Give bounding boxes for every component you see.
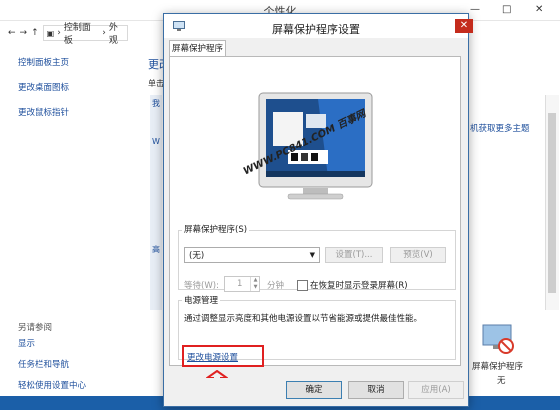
screensaver-item-label[interactable]: 屏幕保护程序 bbox=[472, 360, 523, 372]
see-also-display[interactable]: 显示 bbox=[18, 337, 86, 349]
breadcrumb-control-panel[interactable]: 控制面板 bbox=[64, 20, 99, 46]
see-also-taskbar[interactable]: 任务栏和导航 bbox=[18, 358, 86, 370]
see-also-heading: 另请参阅 bbox=[18, 323, 53, 333]
up-icon[interactable]: ↑ bbox=[31, 28, 39, 38]
screensaver-settings-dialog: 屏幕保护程序设置 ✕ 屏幕保护程序 WWW.PC841.COM 百事网 屏幕保护… bbox=[163, 13, 473, 407]
dialog-close-button[interactable]: ✕ bbox=[455, 19, 473, 33]
resume-login-label: 在恢复时显示登录屏幕(R) bbox=[310, 281, 408, 291]
breadcrumb-appearance[interactable]: 外观 bbox=[109, 20, 127, 46]
tab-screensaver[interactable]: 屏幕保护程序 bbox=[169, 40, 226, 57]
sidebar-item-desktop-icons[interactable]: 更改桌面图标 bbox=[18, 81, 69, 93]
sidebar-item-mouse-pointers[interactable]: 更改鼠标指针 bbox=[18, 106, 69, 118]
sidebar-item-control-panel-home[interactable]: 控制面板主页 bbox=[18, 56, 69, 68]
back-icon[interactable]: ← bbox=[8, 28, 16, 38]
screensaver-select[interactable]: (无) ▼ bbox=[184, 247, 320, 263]
apply-button[interactable]: 应用(A) bbox=[408, 381, 464, 399]
settings-button[interactable]: 设置(T)... bbox=[325, 247, 383, 263]
ok-button[interactable]: 确定 bbox=[286, 381, 342, 399]
screensaver-select-value: (无) bbox=[189, 251, 205, 261]
dialog-title: 屏幕保护程序设置 bbox=[272, 23, 360, 36]
resume-login-checkbox[interactable] bbox=[297, 280, 308, 291]
highlight-box bbox=[182, 345, 264, 367]
main-subtitle: 单击 bbox=[148, 79, 164, 88]
scrollbar[interactable] bbox=[545, 95, 559, 310]
wait-value: 1 bbox=[237, 279, 243, 289]
close-button[interactable]: ✕ bbox=[535, 4, 543, 15]
theme-list-edge bbox=[150, 95, 162, 310]
breadcrumb-separator: › bbox=[57, 28, 61, 38]
cancel-button[interactable]: 取消 bbox=[348, 381, 404, 399]
forward-icon[interactable]: → bbox=[20, 28, 28, 38]
breadcrumb-separator: › bbox=[102, 28, 106, 38]
screensaver-group-label: 屏幕保护程序(S) bbox=[182, 223, 250, 235]
power-description: 通过调整显示亮度和其他电源设置以节省能源或提供最佳性能。 bbox=[184, 314, 423, 324]
see-also-list: 显示 任务栏和导航 轻松使用设置中心 bbox=[18, 337, 86, 400]
screensaver-item-value: 无 bbox=[497, 376, 506, 386]
minimize-button[interactable]: — bbox=[470, 4, 480, 15]
get-more-themes-link[interactable]: 机获取更多主题 bbox=[470, 122, 530, 134]
sidebar: 控制面板主页 更改桌面图标 更改鼠标指针 bbox=[18, 56, 69, 131]
wait-stepper[interactable]: 1 ▲ ▼ bbox=[224, 276, 260, 292]
wait-label: 等待(W): bbox=[184, 281, 219, 291]
chevron-down-icon: ▼ bbox=[309, 251, 315, 259]
control-panel-icon: ▣ bbox=[46, 28, 55, 38]
partial-label: W bbox=[152, 137, 160, 146]
screensaver-icon[interactable] bbox=[480, 320, 516, 356]
address-bar[interactable]: ← → ↑ ▣ › 控制面板 › 外观 bbox=[8, 23, 188, 46]
preview-button[interactable]: 预览(V) bbox=[390, 247, 446, 263]
maximize-button[interactable]: □ bbox=[502, 4, 511, 15]
spin-arrows-icon[interactable]: ▲ ▼ bbox=[250, 277, 260, 291]
power-management-label: 电源管理 bbox=[182, 294, 221, 306]
partial-label: 高 bbox=[152, 245, 160, 254]
partial-label: 我 bbox=[152, 99, 160, 108]
minutes-label: 分钟 bbox=[267, 281, 285, 291]
see-also-ease-of-access[interactable]: 轻松使用设置中心 bbox=[18, 379, 86, 391]
